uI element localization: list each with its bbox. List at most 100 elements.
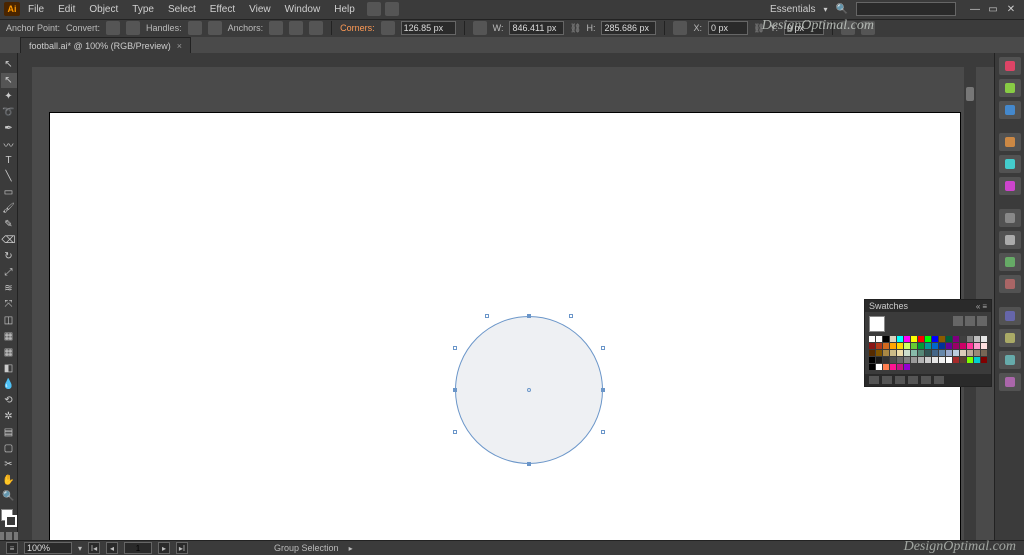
swatch-cell[interactable]	[939, 364, 945, 370]
draw-behind-icon[interactable]	[6, 532, 12, 540]
convert-corner-icon[interactable]	[106, 21, 120, 35]
workspace-label[interactable]: Essentials	[770, 4, 816, 15]
new-group-icon[interactable]	[908, 376, 918, 384]
swatch-options-icon[interactable]	[977, 316, 987, 326]
swatch-cell[interactable]	[946, 357, 952, 363]
swatch-options2-icon[interactable]	[895, 376, 905, 384]
line-tool[interactable]: ╲	[1, 169, 17, 184]
panel-layers-icon[interactable]	[999, 307, 1021, 325]
swatch-cell[interactable]	[932, 336, 938, 342]
swatch-cell[interactable]	[925, 336, 931, 342]
h-input[interactable]	[601, 21, 656, 35]
swatch-cell[interactable]	[981, 357, 987, 363]
swatch-cell[interactable]	[911, 364, 917, 370]
panel-menu-icon[interactable]: ≡	[982, 302, 987, 311]
swatch-cell[interactable]	[918, 364, 924, 370]
isolate-icon[interactable]	[841, 21, 855, 35]
swatch-cell[interactable]	[904, 357, 910, 363]
swatch-cell[interactable]	[897, 343, 903, 349]
menu-object[interactable]: Object	[83, 2, 124, 17]
pasteboard[interactable]	[32, 67, 964, 540]
swatch-cell[interactable]	[876, 343, 882, 349]
direct-selection-tool[interactable]: ↖	[1, 73, 17, 88]
swatch-cell[interactable]	[974, 364, 980, 370]
chevron-right-icon[interactable]: ▸	[349, 544, 353, 553]
swatch-cell[interactable]	[981, 364, 987, 370]
swatch-cell[interactable]	[939, 336, 945, 342]
swatch-cell[interactable]	[869, 343, 875, 349]
artboard[interactable]	[50, 113, 960, 540]
swatch-cell[interactable]	[974, 357, 980, 363]
swatch-cell[interactable]	[904, 343, 910, 349]
swatch-cell[interactable]	[932, 350, 938, 356]
swatch-cell[interactable]	[869, 357, 875, 363]
blend-tool[interactable]: ⟲	[1, 393, 17, 408]
swatch-cell[interactable]	[960, 343, 966, 349]
draw-normal-icon[interactable]	[0, 532, 4, 540]
panel-titlebar[interactable]: Swatches « ≡	[865, 300, 991, 312]
swatch-cell[interactable]	[890, 350, 896, 356]
panel-color-guide-icon[interactable]	[999, 79, 1021, 97]
menu-help[interactable]: Help	[328, 2, 361, 17]
panel-color-icon[interactable]	[999, 57, 1021, 75]
panel-stroke-icon[interactable]	[999, 177, 1021, 195]
swatch-cell[interactable]	[911, 350, 917, 356]
ruler-horizontal[interactable]	[32, 53, 994, 67]
panel-artboards-icon[interactable]	[999, 351, 1021, 369]
search-input[interactable]	[856, 2, 956, 16]
artboard-first-button[interactable]: I◂	[88, 542, 100, 554]
remove-anchor-icon[interactable]	[269, 21, 283, 35]
swatch-cell[interactable]	[960, 357, 966, 363]
swatch-cell[interactable]	[911, 336, 917, 342]
swatch-cell[interactable]	[974, 336, 980, 342]
perspective-tool[interactable]: ▦	[1, 329, 17, 344]
swatch-cell[interactable]	[897, 357, 903, 363]
swatch-cell[interactable]	[939, 350, 945, 356]
swatch-cell[interactable]	[939, 357, 945, 363]
swatch-cell[interactable]	[911, 343, 917, 349]
swatch-cell[interactable]	[869, 350, 875, 356]
zoom-tool[interactable]: 🔍	[1, 489, 17, 504]
swatch-cell[interactable]	[883, 343, 889, 349]
artboard-tool[interactable]: ▢	[1, 441, 17, 456]
scale-tool[interactable]: ⤢	[1, 265, 17, 280]
selection-tool[interactable]: ↖	[1, 57, 17, 72]
swatch-cell[interactable]	[960, 336, 966, 342]
panel-collapse-icon[interactable]: «	[976, 302, 980, 311]
eraser-tool[interactable]: ⌫	[1, 233, 17, 248]
document-tab[interactable]: football.ai* @ 100% (RGB/Preview) ×	[20, 37, 191, 53]
symbol-sprayer-tool[interactable]: ✲	[1, 409, 17, 424]
hide-handles-icon[interactable]	[208, 21, 222, 35]
swatch-cell[interactable]	[890, 336, 896, 342]
connect-anchor-icon[interactable]	[309, 21, 323, 35]
swatch-cell[interactable]	[876, 350, 882, 356]
fill-stroke-swatches[interactable]	[1, 509, 17, 527]
artboard-next-button[interactable]: ▸	[158, 542, 170, 554]
swatch-view-icon[interactable]	[953, 316, 963, 326]
x-input[interactable]	[708, 21, 748, 35]
swatch-cell[interactable]	[953, 343, 959, 349]
align-icon[interactable]	[673, 21, 687, 35]
graph-tool[interactable]: ▤	[1, 425, 17, 440]
swatch-cell[interactable]	[967, 336, 973, 342]
artboard-last-button[interactable]: ▸I	[176, 542, 188, 554]
gradient-tool[interactable]: ◧	[1, 361, 17, 376]
swatch-cell[interactable]	[946, 350, 952, 356]
anchor-point-left[interactable]	[453, 388, 457, 392]
lasso-tool[interactable]: ➰	[1, 105, 17, 120]
panel-asset-export-icon[interactable]	[999, 329, 1021, 347]
corner-type-icon[interactable]	[381, 21, 395, 35]
swatch-cell[interactable]	[925, 350, 931, 356]
statusbar-menu-icon[interactable]: ≡	[6, 542, 18, 554]
swatch-cell[interactable]	[953, 364, 959, 370]
swatch-cell[interactable]	[953, 336, 959, 342]
current-fill-swatch-icon[interactable]	[869, 316, 885, 332]
panel-properties-icon[interactable]	[999, 373, 1021, 391]
pen-tool[interactable]: ✒	[1, 121, 17, 136]
swatch-cell[interactable]	[946, 364, 952, 370]
swatch-cell[interactable]	[876, 357, 882, 363]
chevron-down-icon[interactable]: ▾	[78, 544, 82, 553]
swatch-cell[interactable]	[890, 364, 896, 370]
link-xy-icon[interactable]: ⛓	[754, 21, 764, 35]
ruler-vertical[interactable]	[18, 67, 32, 540]
